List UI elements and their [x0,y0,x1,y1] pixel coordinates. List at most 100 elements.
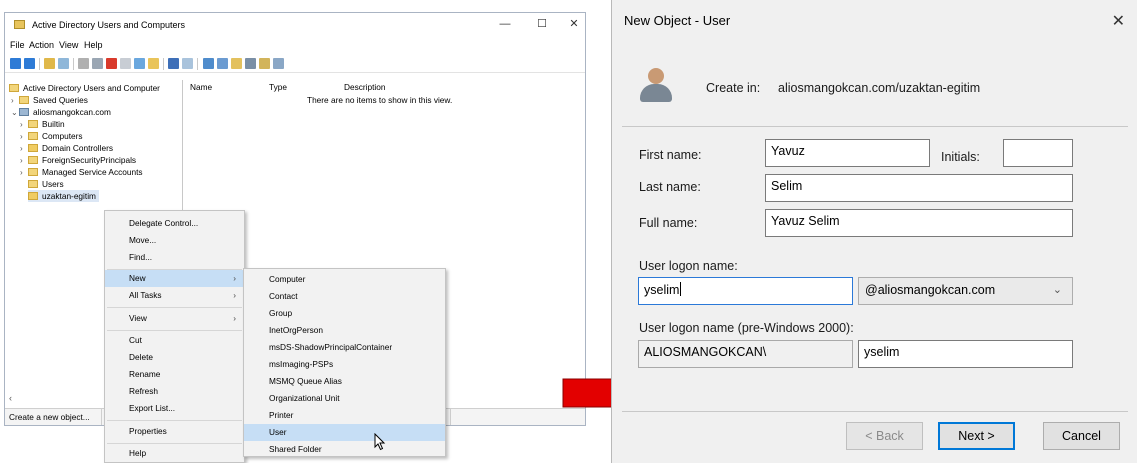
folder-icon [9,84,19,92]
tree-item-domain-controllers[interactable]: › Domain Controllers [20,142,113,154]
last-name-field[interactable]: Selim [765,174,1073,202]
menu-item-view[interactable]: View › [105,310,244,327]
domain-suffix-dropdown[interactable]: @aliosmangokcan.com ⌄ [858,277,1073,305]
submenu-item-organizational-unit[interactable]: Organizational Unit [244,390,445,407]
create-in-label: Create in: [706,81,761,95]
chevron-down-icon: ⌄ [1052,284,1062,296]
filter-icon[interactable] [245,58,256,69]
maximize-button[interactable]: ☐ [535,17,549,31]
submenu-item-shared-folder[interactable]: Shared Folder [244,441,445,458]
mouse-cursor-icon [374,433,386,451]
create-in-path: aliosmangokcan.com/uzaktan-egitim [778,81,981,95]
aduc-titlebar[interactable]: Active Directory Users and Computers — ☐… [5,13,585,37]
show-tree-icon[interactable] [58,58,69,69]
next-button[interactable]: Next > [938,422,1015,450]
aduc-app-icon [14,20,25,29]
scroll-left-icon[interactable]: ‹ [9,393,12,403]
tree-item-foreign-security[interactable]: › ForeignSecurityPrincipals [20,154,136,166]
cut-icon[interactable] [78,58,89,69]
chevron-right-icon[interactable]: › [20,167,28,179]
submenu-item-printer[interactable]: Printer [244,407,445,424]
close-button[interactable]: ✕ [567,17,581,31]
menu-item-move[interactable]: Move... [105,232,244,249]
tree-item-users[interactable]: Users [28,178,64,190]
menu-item-properties[interactable]: Properties [105,423,244,440]
menu-file[interactable]: File [10,40,25,50]
chevron-down-icon[interactable]: ⌄ [11,107,19,119]
status-text: Create a new object... [9,412,90,422]
menu-view[interactable]: View [59,40,78,50]
export-icon[interactable] [148,58,159,69]
tree-root[interactable]: Active Directory Users and Computer [9,82,160,94]
ou-icon [28,144,38,152]
copy-icon[interactable] [92,58,103,69]
folder-icon [28,120,38,128]
new-submenu: Computer Contact Group InetOrgPerson msD… [243,268,446,457]
menu-item-delete[interactable]: Delete [105,349,244,366]
new-user-icon[interactable] [203,58,214,69]
footer-divider [622,411,1128,412]
column-type[interactable]: Type [269,82,287,92]
menu-action[interactable]: Action [29,40,54,50]
pre2000-name-field[interactable]: yselim [858,340,1073,368]
dialog-close-button[interactable]: ✕ [1112,11,1125,31]
help-icon[interactable] [168,58,179,69]
column-description[interactable]: Description [344,82,386,92]
list-header: Name Type Description [185,82,585,94]
submenu-item-msmq-alias[interactable]: MSMQ Queue Alias [244,373,445,390]
submenu-item-computer[interactable]: Computer [244,271,445,288]
refresh-icon[interactable] [134,58,145,69]
context-menu: Delegate Control... Move... Find... New ›… [104,210,245,463]
submenu-item-msimaging[interactable]: msImaging-PSPs [244,356,445,373]
menu-item-all-tasks[interactable]: All Tasks › [105,287,244,304]
add-to-group-icon[interactable] [273,58,284,69]
ou-icon [28,192,38,200]
first-name-field[interactable]: Yavuz [765,139,930,167]
menu-item-delegate-control[interactable]: Delegate Control... [105,215,244,232]
tree-item-managed-service[interactable]: › Managed Service Accounts [20,166,143,178]
tree-saved-queries[interactable]: › Saved Queries [11,94,88,106]
minimize-button[interactable]: — [498,17,512,31]
full-name-label: Full name: [639,216,698,230]
menu-help[interactable]: Help [84,40,103,50]
menu-item-export-list[interactable]: Export List... [105,400,244,417]
back-button[interactable]: < Back [846,422,923,450]
text-caret [680,282,682,296]
cancel-button[interactable]: Cancel [1043,422,1120,450]
column-name[interactable]: Name [190,82,212,92]
delete-icon[interactable] [106,58,117,69]
tree-domain[interactable]: ⌄ aliosmangokcan.com [11,106,111,118]
forward-icon[interactable] [24,58,35,69]
menu-item-cut[interactable]: Cut [105,332,244,349]
domain-icon [19,108,29,116]
submenu-item-shadow-principal[interactable]: msDS-ShadowPrincipalContainer [244,339,445,356]
up-folder-icon[interactable] [44,58,55,69]
submenu-item-user[interactable]: User [244,424,445,441]
menu-item-rename[interactable]: Rename [105,366,244,383]
pre2000-domain-field: ALIOSMANGOKCAN\ [638,340,853,368]
menu-separator [107,420,242,421]
new-group-icon[interactable] [217,58,228,69]
tree-item-builtin[interactable]: › Builtin [20,118,65,130]
submenu-item-inetorgperson[interactable]: InetOrgPerson [244,322,445,339]
menu-item-find[interactable]: Find... [105,249,244,266]
menu-item-refresh[interactable]: Refresh [105,383,244,400]
console-icon[interactable] [182,58,193,69]
header-divider [622,126,1128,127]
empty-list-message: There are no items to show in this view. [307,95,453,105]
tree-item-uzaktan-egitim[interactable]: uzaktan-egitim [28,190,99,202]
new-ou-icon[interactable] [231,58,242,69]
properties-icon[interactable] [120,58,131,69]
chevron-right-icon: › [233,313,236,323]
full-name-field[interactable]: Yavuz Selim [765,209,1073,237]
logon-name-field[interactable]: yselim [638,277,853,305]
submenu-item-group[interactable]: Group [244,305,445,322]
pre2000-label: User logon name (pre-Windows 2000): [639,321,854,335]
menu-item-help[interactable]: Help [105,445,244,462]
initials-field[interactable] [1003,139,1073,167]
submenu-item-contact[interactable]: Contact [244,288,445,305]
tree-item-computers[interactable]: › Computers [20,130,83,142]
back-icon[interactable] [10,58,21,69]
menu-item-new[interactable]: New › [105,270,244,287]
find-icon[interactable] [259,58,270,69]
